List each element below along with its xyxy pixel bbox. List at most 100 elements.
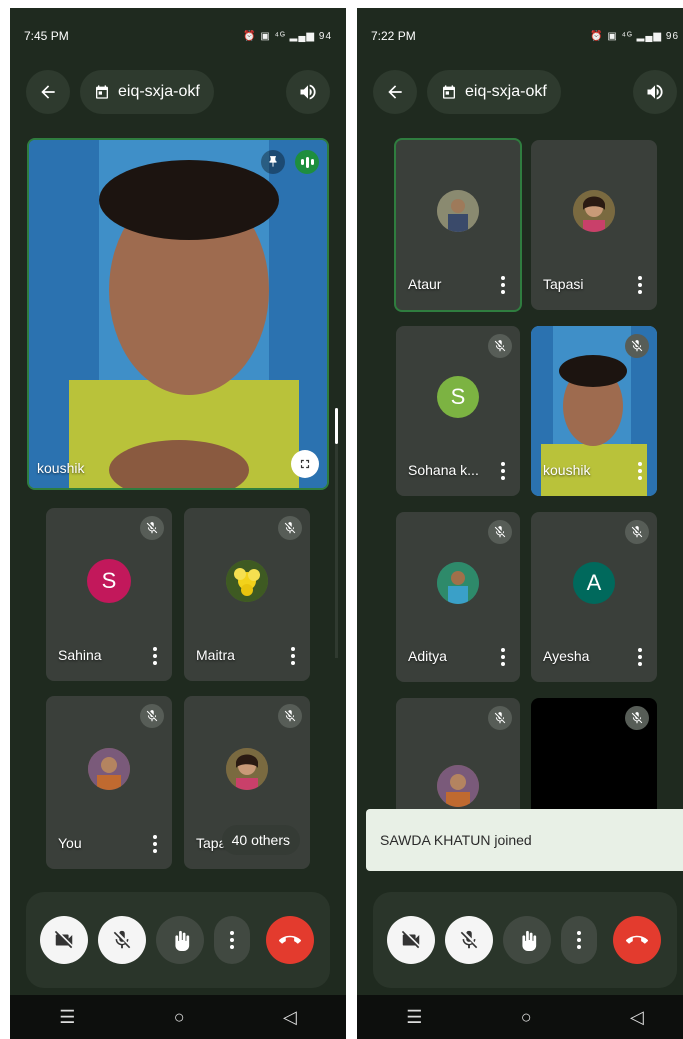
participant-tile[interactable]: Tapasi 40 others bbox=[184, 696, 310, 869]
recents-icon[interactable]: ☰ bbox=[59, 1007, 75, 1028]
participant-name: koushik bbox=[37, 460, 85, 476]
more-options-button[interactable] bbox=[637, 462, 643, 480]
home-icon[interactable]: ○ bbox=[521, 1007, 532, 1028]
avatar: A bbox=[573, 562, 615, 605]
more-options-button[interactable] bbox=[152, 835, 158, 853]
more-vert-icon bbox=[152, 647, 158, 665]
home-icon[interactable]: ○ bbox=[174, 1007, 185, 1028]
mic-off-indicator bbox=[140, 704, 164, 728]
participant-tile[interactable]: Ataur bbox=[394, 138, 522, 312]
mic-off-icon bbox=[284, 710, 296, 722]
avatar bbox=[573, 190, 615, 233]
more-vert-icon bbox=[290, 647, 296, 665]
call-controls bbox=[373, 892, 677, 988]
flower-avatar-image bbox=[226, 559, 268, 602]
meeting-code-chip[interactable]: eiq-sxja-okf bbox=[80, 70, 214, 114]
participant-name: You bbox=[58, 835, 82, 851]
participant-tile[interactable]: Aditya bbox=[396, 512, 520, 682]
more-options-button[interactable] bbox=[637, 276, 643, 294]
status-time: 7:45 PM bbox=[24, 29, 69, 43]
back-button[interactable] bbox=[373, 70, 417, 114]
speaker-button[interactable] bbox=[633, 70, 677, 114]
meeting-code-chip[interactable]: eiq-sxja-okf bbox=[427, 70, 561, 114]
scrollbar[interactable] bbox=[335, 408, 338, 658]
avatar bbox=[437, 190, 479, 233]
participant-video-tile[interactable]: koushik bbox=[531, 326, 657, 496]
calendar-icon bbox=[443, 85, 455, 99]
more-vert-icon bbox=[500, 276, 506, 294]
more-options-button[interactable] bbox=[561, 916, 597, 964]
mic-off-icon bbox=[494, 526, 506, 538]
mic-off-indicator bbox=[278, 704, 302, 728]
profile-avatar-image bbox=[437, 765, 479, 807]
more-options-button[interactable] bbox=[290, 647, 296, 665]
pin-icon bbox=[269, 156, 277, 167]
mic-off-indicator bbox=[625, 706, 649, 730]
participant-tile[interactable]: S Sohana k... bbox=[396, 326, 520, 496]
featured-video-tile[interactable]: koushik bbox=[27, 138, 329, 490]
back-nav-icon[interactable]: ◁ bbox=[630, 1007, 644, 1028]
pin-button[interactable] bbox=[261, 150, 285, 174]
top-bar: eiq-sxja-okf bbox=[369, 64, 681, 120]
back-nav-icon[interactable]: ◁ bbox=[283, 1007, 297, 1028]
mic-off-icon bbox=[146, 522, 158, 534]
mic-off-icon bbox=[146, 710, 158, 722]
camera-toggle-button[interactable] bbox=[40, 916, 88, 964]
participant-name: Tapasi bbox=[543, 276, 584, 292]
speaker-button[interactable] bbox=[286, 70, 330, 114]
participant-video bbox=[29, 140, 327, 488]
calendar-icon bbox=[96, 85, 108, 99]
participant-tile[interactable]: You bbox=[46, 696, 172, 869]
fullscreen-button[interactable] bbox=[291, 450, 319, 478]
avatar-initial: A bbox=[586, 570, 602, 596]
status-bar: 7:22 PM ⏰ ▣ ⁴ᴳ ▂▄▆ 96 bbox=[371, 26, 679, 46]
participant-name: Sohana k... bbox=[408, 462, 479, 478]
mic-off-icon bbox=[494, 340, 506, 352]
participant-tile[interactable]: A Ayesha bbox=[531, 512, 657, 682]
profile-avatar-image bbox=[88, 747, 130, 790]
mic-off-indicator bbox=[488, 520, 512, 544]
toast-text: SAWDA KHATUN joined bbox=[380, 832, 532, 848]
left-phone-screen: 7:45 PM ⏰ ▣ ⁴ᴳ ▂▄▆ 94 eiq-sxja-okf koush… bbox=[10, 8, 346, 1039]
android-nav-bar: ☰ ○ ◁ bbox=[357, 995, 683, 1039]
mic-off-indicator bbox=[488, 334, 512, 358]
avatar bbox=[226, 559, 268, 602]
profile-avatar-image bbox=[226, 747, 268, 790]
mic-toggle-button[interactable] bbox=[98, 916, 146, 964]
participant-tile[interactable]: Tapasi bbox=[531, 140, 657, 310]
participant-tile[interactable]: S Sahina bbox=[46, 508, 172, 681]
back-button[interactable] bbox=[26, 70, 70, 114]
fullscreen-icon bbox=[300, 459, 310, 469]
avatar bbox=[437, 562, 479, 605]
participant-name: Ataur bbox=[408, 276, 442, 292]
participant-name: Ayesha bbox=[543, 648, 590, 664]
raise-hand-button[interactable] bbox=[156, 916, 204, 964]
others-count-button[interactable]: 40 others bbox=[221, 825, 300, 855]
more-options-button[interactable] bbox=[152, 647, 158, 665]
participant-tile[interactable]: Maitra bbox=[184, 508, 310, 681]
hand-icon bbox=[522, 930, 537, 951]
profile-avatar-image bbox=[437, 190, 479, 233]
recents-icon[interactable]: ☰ bbox=[406, 1007, 422, 1028]
more-options-button[interactable] bbox=[500, 276, 506, 294]
avatar bbox=[88, 747, 130, 790]
mic-off-icon bbox=[494, 712, 506, 724]
status-icons: ⏰ ▣ ⁴ᴳ ▂▄▆ 96 bbox=[590, 30, 679, 42]
end-call-button[interactable] bbox=[613, 916, 661, 964]
back-arrow-icon bbox=[388, 85, 402, 99]
end-call-button[interactable] bbox=[266, 916, 314, 964]
more-options-button[interactable] bbox=[637, 648, 643, 666]
call-controls bbox=[26, 892, 330, 988]
raise-hand-button[interactable] bbox=[503, 916, 551, 964]
mic-off-indicator bbox=[488, 706, 512, 730]
more-options-button[interactable] bbox=[500, 648, 506, 666]
profile-avatar-image bbox=[437, 562, 479, 605]
join-notification-toast: SAWDA KHATUN joined bbox=[366, 809, 683, 871]
more-options-button[interactable] bbox=[214, 916, 250, 964]
end-call-icon bbox=[279, 935, 301, 944]
mic-toggle-button[interactable] bbox=[445, 916, 493, 964]
more-options-button[interactable] bbox=[500, 462, 506, 480]
camera-toggle-button[interactable] bbox=[387, 916, 435, 964]
mic-off-icon bbox=[631, 526, 643, 538]
camera-off-icon bbox=[54, 930, 73, 949]
